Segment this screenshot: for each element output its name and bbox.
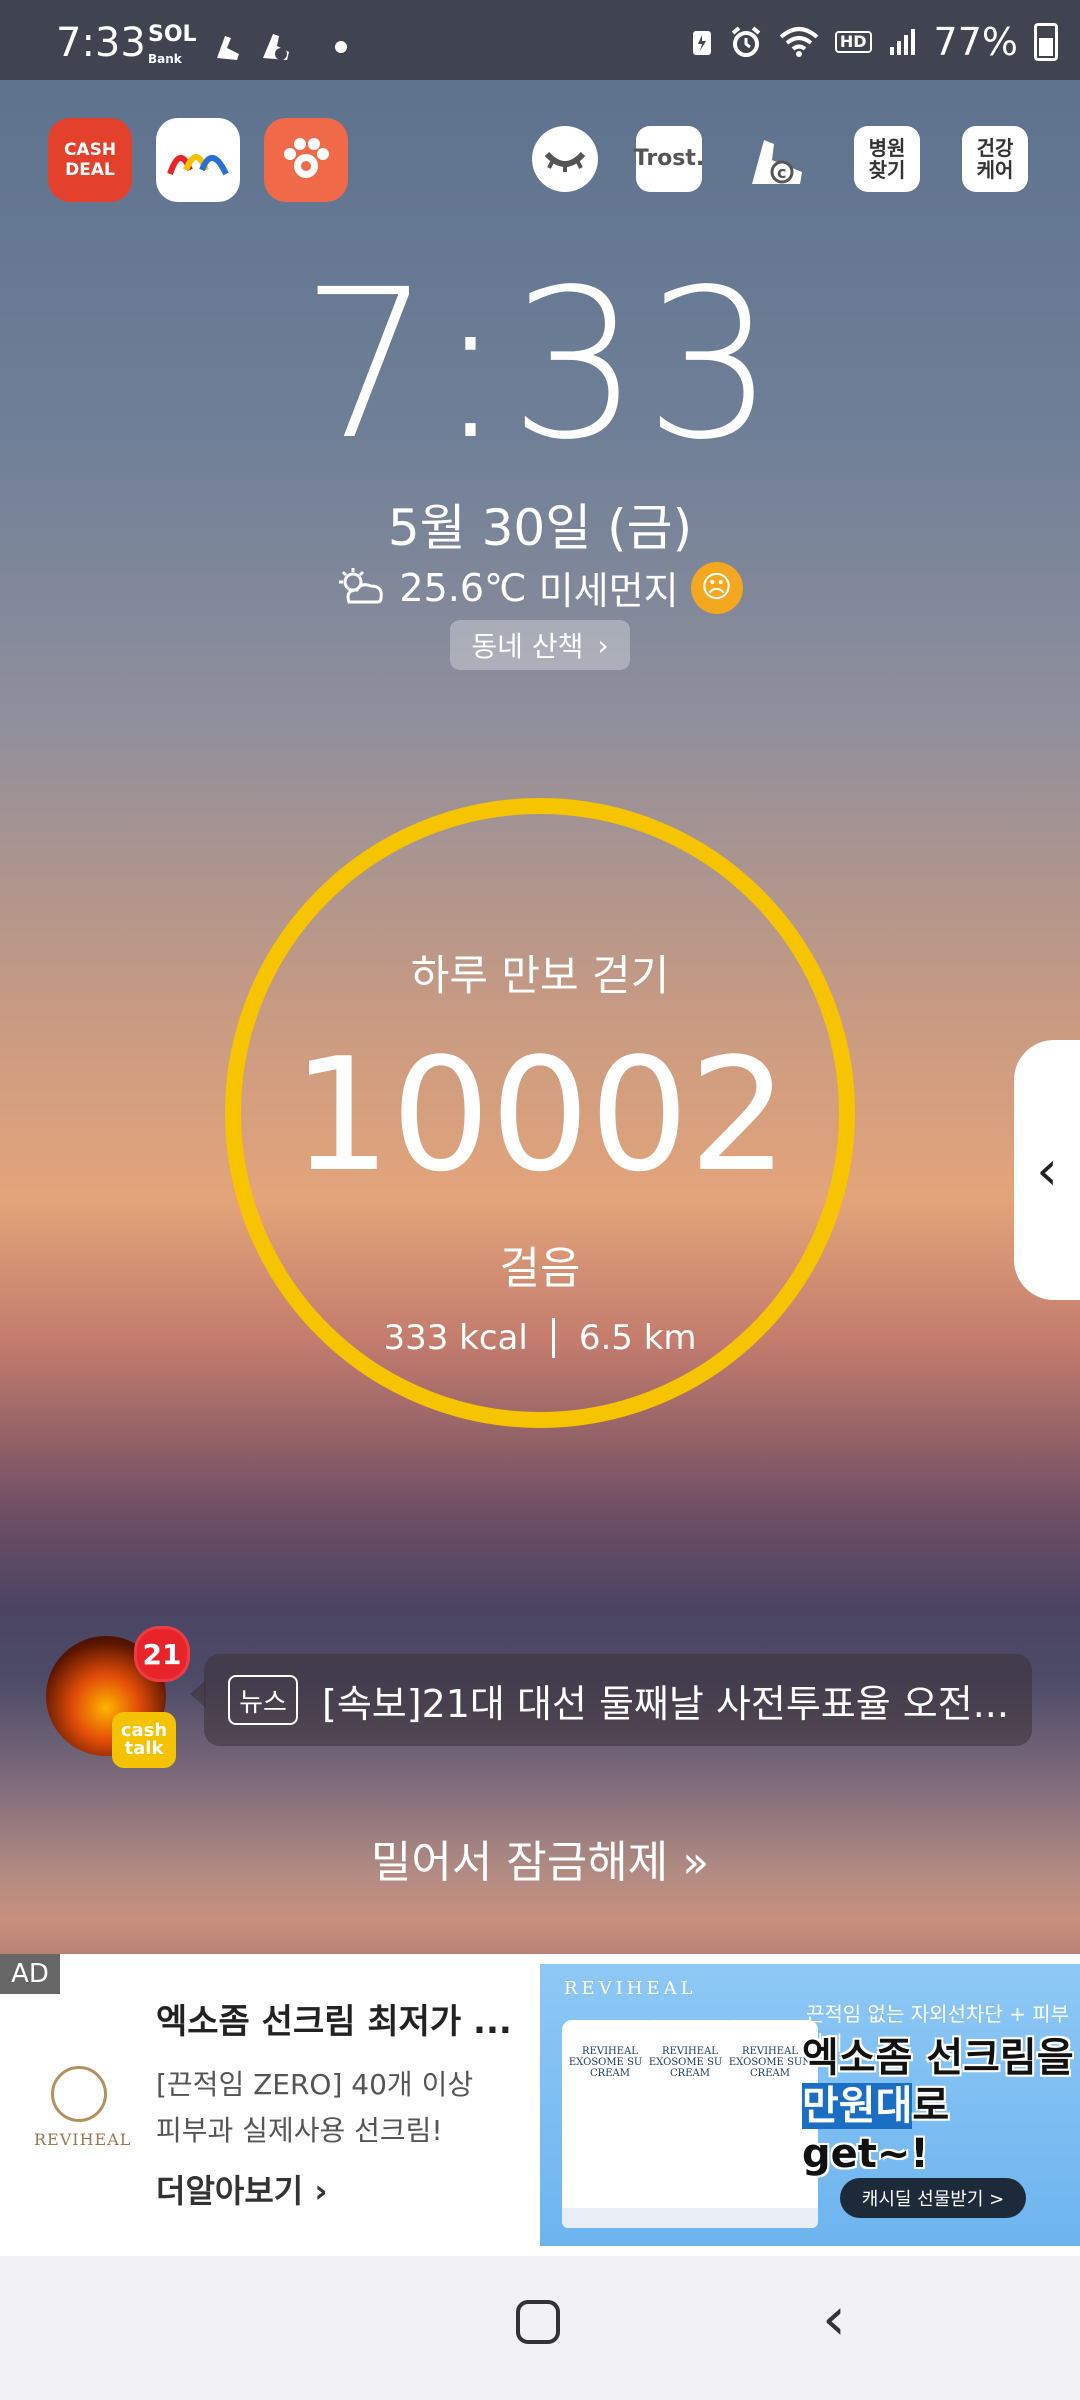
ad-cta-button[interactable]: 캐시딜 선물받기 > [840,2178,1026,2218]
battery-saver-icon [692,31,711,55]
chevron-right-icon: › [597,628,609,662]
ad-product-image[interactable]: REVIHEAL REVIHEAL EXOSOME SUN CREAM REVI… [540,1964,1080,2246]
alarm-icon [731,26,761,57]
hospital-finder-icon[interactable]: 병원 찾기 [854,126,920,192]
ad-label: AD [0,1954,60,1994]
step-goal-title: 하루 만보 걷기 [410,951,670,1000]
calories: 333 kcal [383,1318,528,1358]
cashwalk-icon [262,34,289,60]
notification-icons: SOL Bank [148,24,347,70]
side-panel-handle[interactable]: ‹ [1014,1040,1080,1300]
temperature: 25.6℃ [399,565,527,610]
eye-app-icon[interactable] [532,126,598,192]
signal-icon [889,29,915,55]
system-icons: HD 77% [691,20,1058,64]
reviheal-logo: REVIHEAL [34,2066,132,2149]
neighborhood-walk-button[interactable]: 동네 산책 › [450,620,630,670]
wave-app-icon[interactable] [156,118,240,202]
fine-dust-label: 미세먼지 [538,569,679,613]
step-count: 10002 [291,1024,789,1206]
news-headline: [속보]21대 대선 둘째날 사전투표율 오전... [322,1681,1009,1726]
paw-icon [284,138,329,178]
sad-face-icon: ☹ [690,561,743,614]
hd-voice-icon: HD [834,31,872,53]
swipe-to-unlock[interactable]: 밀어서 잠금해제 » [0,1826,1080,1890]
back-button[interactable]: ‹ [822,2284,846,2354]
news-ticker[interactable]: 뉴스 [속보]21대 대선 둘째날 사전투표율 오전... [190,1654,1032,1746]
more-notifications-dot [334,41,347,53]
svg-text:c: c [777,163,786,182]
cash-deal-icon[interactable]: CASH DEAL [48,118,132,202]
health-care-icon[interactable]: 건강 케어 [962,126,1028,192]
step-stats: 333 kcal 6.5 km [0,1318,1080,1358]
chevron-left-icon: ‹ [1036,1138,1058,1202]
ad-image-brand: REVIHEAL [564,1978,697,1999]
weather-row: 25.6℃ 미세먼지 ☹ [0,560,1080,615]
battery-icon [1034,23,1058,61]
news-tag: 뉴스 [228,1675,298,1725]
cashwalk-paw-icon[interactable] [264,118,348,202]
shinhan-sol-bank-icon: SOL Bank [148,22,197,67]
ad-copy-main: 엑소좀 선크림을 만원대로 get~! [802,2035,1074,2177]
learn-more-link[interactable]: 더알아보기 › [156,2166,328,2212]
status-time: 7:33 [56,20,146,66]
trost-app-icon[interactable]: Trost. [633,126,705,192]
chevron-right-icon: › [314,2172,328,2210]
partly-cloudy-icon [339,567,384,603]
trost-label: Trost. [633,146,705,171]
cashwalk-shoe-app-icon[interactable]: c [744,126,810,192]
battery-percent: 77% [933,20,1018,64]
double-chevron-right-icon: » [682,1837,710,1888]
health-label: 건강 케어 [976,136,1014,182]
hospital-label: 병원 찾기 [868,136,906,182]
unlock-label: 밀어서 잠금해제 [370,1837,669,1888]
home-button[interactable] [516,2300,560,2344]
shoe-icon [216,36,239,60]
step-unit: 걸음 [499,1243,581,1294]
status-bar: 7:33 SOL Bank HD 77% [0,0,1080,80]
ad-title[interactable]: 엑소좀 선크림 최저가 ... [156,1994,512,2043]
cashtalk-logo: cash talk [112,1712,176,1768]
shoe-c-icon: c [752,140,802,184]
wifi-icon [779,27,819,57]
ad-banner[interactable]: AD REVIHEAL 엑소좀 선크림 최저가 ... [끈적임 ZERO] 4… [0,1954,1080,2256]
ad-brand: REVIHEAL [34,2130,132,2149]
cash-deal-label: CASH DEAL [63,140,117,180]
wave-logo-icon [167,154,229,176]
walk-button-label: 동네 산책 [471,630,584,663]
navigation-bar: ‹ [0,2256,1080,2400]
mandala-icon [51,2066,107,2122]
notification-count-badge: 21 [134,1626,190,1682]
eye-icon [544,151,586,172]
ad-description: [끈적임 ZERO] 40개 이상 피부과 실제사용 선크림! [156,2068,474,2147]
stats-divider [551,1318,555,1358]
lockscreen-clock: 7:33 [300,245,780,485]
distance: 6.5 km [578,1318,697,1358]
lockscreen-date: 5월 30일 (금) [387,499,693,557]
